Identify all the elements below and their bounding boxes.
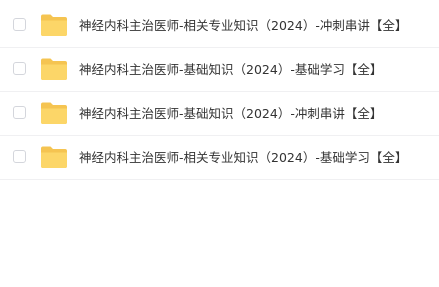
file-name[interactable]: 神经内科主治医师-基础知识（2024）-冲刺串讲【全】	[79, 92, 382, 136]
file-list: 神经内科主治医师-相关专业知识（2024）-冲刺串讲【全】 神经内科主治医师-基…	[0, 4, 439, 180]
file-checkbox[interactable]	[13, 62, 26, 75]
file-checkbox[interactable]	[13, 150, 26, 163]
folder-icon	[40, 145, 68, 169]
folder-icon	[40, 57, 68, 81]
file-row[interactable]: 神经内科主治医师-基础知识（2024）-冲刺串讲【全】	[0, 92, 439, 136]
file-name[interactable]: 神经内科主治医师-相关专业知识（2024）-冲刺串讲【全】	[79, 4, 407, 48]
folder-icon	[40, 101, 68, 125]
file-name[interactable]: 神经内科主治医师-基础知识（2024）-基础学习【全】	[79, 48, 382, 92]
file-row[interactable]: 神经内科主治医师-相关专业知识（2024）-冲刺串讲【全】	[0, 4, 439, 48]
file-checkbox[interactable]	[13, 106, 26, 119]
file-name[interactable]: 神经内科主治医师-相关专业知识（2024）-基础学习【全】	[79, 136, 407, 180]
folder-icon	[40, 13, 68, 37]
file-row[interactable]: 神经内科主治医师-相关专业知识（2024）-基础学习【全】	[0, 136, 439, 180]
file-row[interactable]: 神经内科主治医师-基础知识（2024）-基础学习【全】	[0, 48, 439, 92]
file-checkbox[interactable]	[13, 18, 26, 31]
